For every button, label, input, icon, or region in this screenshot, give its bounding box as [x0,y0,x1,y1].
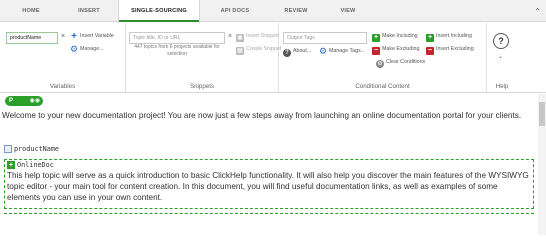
about-label: About... [293,48,312,54]
minus-square-icon: − [426,47,434,55]
gear-icon: ⚙ [70,44,79,54]
include-condition-icon: + [7,161,15,169]
conditional-content-group: Output Tags ? About... ⚙ Manage Tags... + M… [279,23,487,93]
about-conditions-button[interactable]: ? About... [283,46,311,57]
variables-group: productName × + Insert Variable ⚙ Manage..… [0,23,126,93]
topic-editor[interactable]: Welcome to your new documentation projec… [0,108,538,235]
condition-marker-icon: ◉◉ [29,98,40,104]
insert-including-label: Insert Including [436,33,472,39]
clear-variable-icon[interactable]: × [61,32,65,42]
clear-conditions-icon: ⊘ [376,60,384,68]
question-icon: ? [283,49,291,57]
clear-conditions-button[interactable]: ⊘ Clear Conditions [376,57,425,68]
snippets-availability-note: 447 topics from 6 projects available for… [134,44,220,57]
insert-including-button[interactable]: + Insert Including [426,31,472,42]
variable-placeholder[interactable]: productName [4,144,59,154]
conditional-paragraph: This help topic will serve as a quick in… [7,171,529,202]
tab-home[interactable]: HOME [8,0,54,22]
snippets-group-label: Snippets [189,83,215,90]
variable-icon [4,145,12,153]
intro-paragraph: Welcome to your new documentation projec… [2,111,522,120]
insert-excluding-button[interactable]: − Insert Excluding [426,44,474,55]
scrollbar-thumb[interactable] [539,102,545,126]
collapse-ribbon-icon[interactable]: ⌃ [534,7,541,16]
variable-name: productName [14,145,60,153]
conditional-block[interactable]: + OnlineDoc This help topic will serve a… [4,159,534,209]
conditional-block-end [4,213,534,214]
manage-variables-label: Manage... [80,46,104,52]
paragraph-tag-label: P [9,98,14,104]
manage-tags-button[interactable]: ⚙ Manage Tags... [319,46,365,56]
manage-tags-label: Manage Tags... [329,48,366,54]
make-including-label: Make Including [382,33,418,39]
insert-snippet-button[interactable]: ▣ Insert Snippet [236,31,279,42]
gear-icon: ⚙ [319,46,328,56]
create-snippet-button[interactable]: ▦ Create Snippet [236,44,281,55]
ribbon-tab-bar: HOME INSERT SINGLE-SOURCING API DOCS REV… [0,0,546,23]
make-excluding-button[interactable]: − Make Excluding [372,44,419,55]
manage-variables-button[interactable]: ⚙ Manage... [70,44,104,54]
insert-snippet-label: Insert Snippet [246,33,279,39]
snippets-group: Topic title, ID or URL × ▣ Insert Snippet… [126,23,281,93]
create-snippet-label: Create Snippet [246,46,282,52]
insert-excluding-label: Insert Excluding [436,46,474,52]
condition-tag-marker[interactable]: + OnlineDoc [7,161,54,170]
plus-square-icon: + [426,34,434,42]
editor-scrollbar[interactable] [538,94,546,235]
make-excluding-label: Make Excluding [382,46,420,52]
plus-square-icon: + [372,34,380,42]
variable-input[interactable]: productName [6,32,58,44]
insert-variable-button[interactable]: + Insert Variable [70,31,114,42]
snippet-search-input[interactable]: Topic title, ID or URL [129,32,225,44]
plus-icon: + [71,31,77,42]
conditional-content-group-label: Conditional Content [355,83,410,90]
insert-variable-label: Insert Variable [80,33,114,39]
tab-view[interactable]: VIEW [330,0,366,22]
help-group-label: Help [495,83,509,90]
tab-review[interactable]: REVIEW [276,0,316,22]
make-including-button[interactable]: + Make Including [372,31,418,42]
tab-single-sourcing[interactable]: SINGLE-SOURCING [118,0,200,23]
clear-conditions-label: Clear Conditions [386,59,426,65]
tab-api-docs[interactable]: API DOCS [210,0,260,22]
help-dropdown-icon[interactable]: ⌄ [498,53,503,60]
ribbon: productName × + Insert Variable ⚙ Manage..… [0,23,546,93]
editor-breadcrumb-bar: P ◉◉ [0,94,546,108]
output-tags-input[interactable]: Output Tags [283,32,367,44]
create-snippet-icon: ▦ [236,47,244,55]
tab-insert[interactable]: INSERT [66,0,112,22]
help-group: ? ⌄ Help [487,23,517,93]
condition-tag-name: OnlineDoc [17,161,54,169]
minus-square-icon: − [372,47,380,55]
variables-group-label: Variables [49,83,76,90]
paragraph-condition-chip[interactable]: P ◉◉ [5,96,43,106]
insert-snippet-icon: ▣ [236,34,244,42]
help-button[interactable]: ? [493,33,509,49]
clear-snippet-icon[interactable]: × [228,32,232,42]
